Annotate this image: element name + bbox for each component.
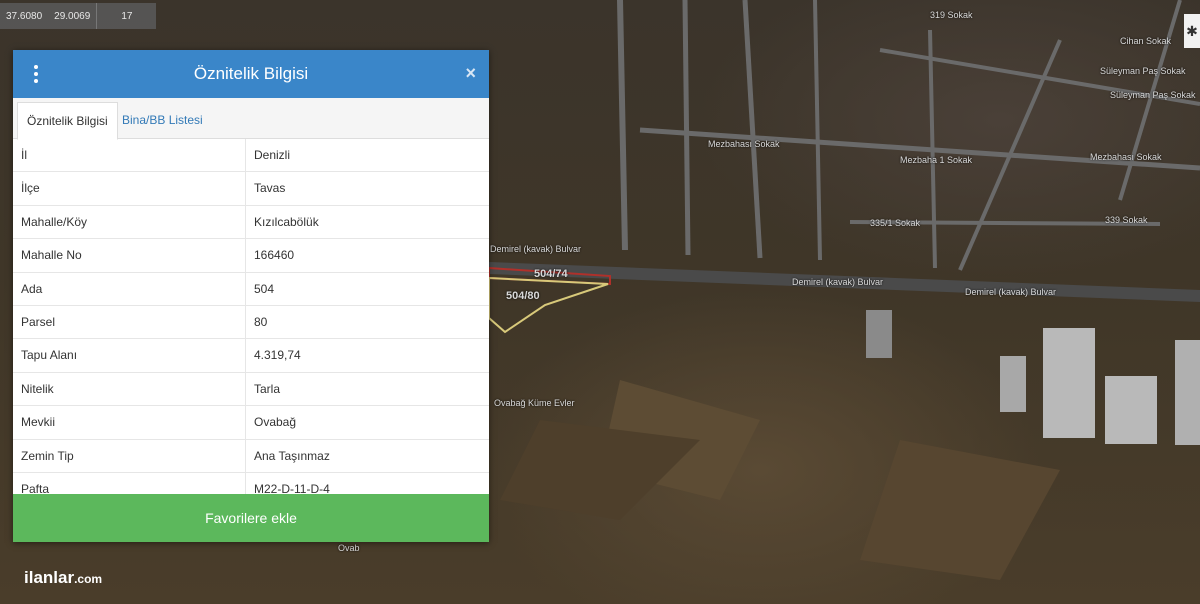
row-value: Denizli [254,148,291,162]
street-label: Ovab [338,543,360,553]
tab-building-list[interactable]: Bina/BB Listesi [113,102,212,138]
map-tool-button[interactable]: ✱ [1184,14,1200,48]
street-label: 339 Sokak [1105,215,1148,225]
row-key: Zemin Tip [13,439,246,472]
table-row: Zemin Tip Ana Taşınmaz [13,439,489,473]
table-row: İl Denizli [13,139,489,173]
row-key: Ada [13,272,246,305]
building [1175,340,1200,445]
street-label: Mezbahası Sokak [708,139,780,149]
table-row: İlçe Tavas [13,172,489,206]
field [860,440,1060,580]
row-key: Tapu Alanı [13,339,246,372]
panel-header: Öznitelik Bilgisi × [13,50,489,98]
attribute-table: İl Denizli İlçe Tavas Mahalle/Köy Kızılcabölü… [13,139,489,507]
row-key: İlçe [13,172,246,205]
tab-attribute-info[interactable]: Öznitelik Bilgisi [17,102,118,140]
building [866,310,892,358]
gear-icon: ✱ [1186,23,1198,39]
row-key: Nitelik [13,372,246,406]
row-key: Parsel [13,305,246,339]
divider [96,3,109,29]
street-label: Mezbaha 1 Sokak [900,155,973,165]
panel-title: Öznitelik Bilgisi [193,64,309,83]
logo-suffix: .com [74,572,103,586]
street-label: Cihan Sokak [1120,36,1172,46]
street-label: Mezbahası Sokak [1090,152,1162,162]
road-label: Demirel (kavak) Bulvar [965,287,1057,297]
longitude-value: 29.0069 [54,10,91,22]
table-row: Tapu Alanı 4.319,74 [13,339,489,373]
add-favorites-button[interactable]: Favorilere ekle [13,494,489,542]
tab-bar: Öznitelik Bilgisi Bina/BB Listesi [13,98,489,140]
row-value: Tavas [254,181,286,196]
street-line [813,0,822,261]
zoom-level: 17 [121,10,133,22]
street-label: Süleyman Paş Sokak [1100,66,1186,76]
table-row: Mahalle/Köy Kızılcabölük [13,205,489,240]
table-row: Ada 504 [13,272,489,306]
road-label: Demirel (kavak) Bulvar [490,244,582,254]
street-label: Süleyman Paş Sokak [1110,90,1196,100]
latitude-value: 37.6080 [6,10,43,22]
parcel-label-a: 504/74 [534,268,568,280]
row-value: Tarla [254,381,281,396]
street-line [617,0,628,251]
street-line [682,0,691,256]
row-key: Mahalle No [13,239,246,272]
street-line [742,0,763,259]
row-key: Mahalle/Köy [13,205,246,239]
row-value: Ana Taşınmaz [254,448,330,463]
coordinate-readout: 37.6080 29.0069 17 [0,3,157,29]
row-value: 80 [254,314,268,329]
parcel-504-80[interactable] [488,276,609,334]
site-logo: ilanlar.com [24,568,102,588]
building [1105,376,1157,444]
logo-text: ilanlar [24,568,75,587]
row-value: 504 [254,281,275,296]
building [1043,328,1095,438]
table-row: Mevkii Ovabağ [13,406,489,440]
row-key: Mevkii [13,406,246,439]
table-row: Mahalle No 166460 [13,239,489,273]
close-icon[interactable]: × [465,63,476,84]
street-label: 335/1 Sokak [870,218,921,228]
row-value: 166460 [254,248,295,263]
road-label: Demirel (kavak) Bulvar [792,277,884,287]
street-label: 319 Sokak [930,10,973,20]
street-label: Ovabağ Küme Evler [494,398,575,408]
attribute-panel: Öznitelik Bilgisi × Öznitelik Bilgisi Bi… [13,50,489,542]
row-value: 4.319,74 [254,348,301,363]
table-row: Parsel 80 [13,305,489,340]
parcel-label-b: 504/80 [506,290,540,302]
row-value: Ovabağ [254,415,297,430]
building [1000,356,1026,412]
table-row: Nitelik Tarla [13,372,489,407]
row-key: İl [13,139,246,172]
row-value: Kızılcabölük [254,214,319,229]
